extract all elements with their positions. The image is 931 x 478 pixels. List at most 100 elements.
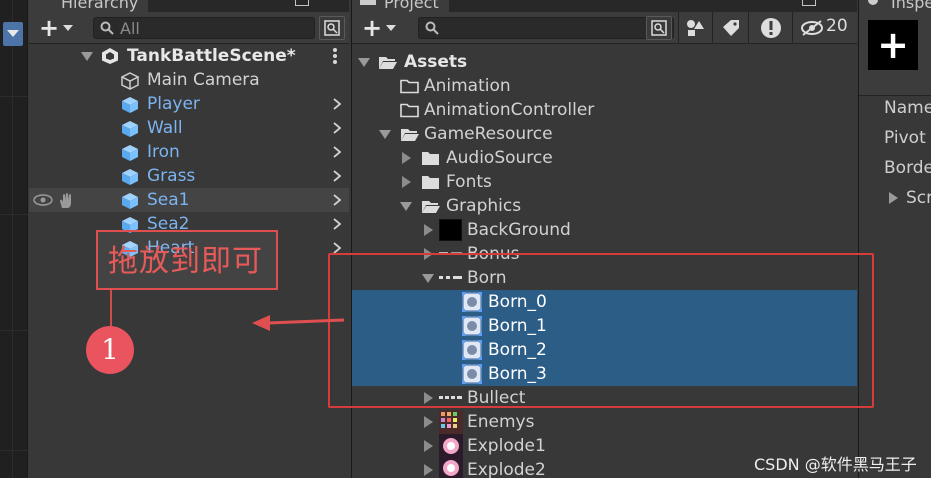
project-tree-label: Graphics (446, 196, 522, 216)
hierarchy-toolbar: + (29, 12, 349, 44)
filter-by-label-icon[interactable] (722, 19, 740, 37)
hierarchy-item-label: Wall (147, 118, 183, 138)
expand-arrow-icon[interactable] (358, 58, 370, 67)
folder-icon (422, 152, 439, 165)
inspector-field-label: Pivot (884, 128, 926, 148)
expand-arrow-icon[interactable] (424, 464, 433, 476)
create-asset-button[interactable]: + (360, 16, 400, 40)
toolbar-separator (712, 12, 713, 44)
annotation-text: 拖放到即可 (108, 244, 263, 279)
hierarchy-tabbar: Hierarchy (29, 0, 349, 12)
chevron-right-icon[interactable] (333, 122, 341, 134)
hierarchy-search[interactable] (93, 17, 315, 39)
project-tree-item[interactable]: AudioSource (352, 146, 857, 170)
inspector-tabbar: Inspector (859, 0, 931, 12)
expand-arrow-icon[interactable] (402, 152, 411, 164)
annotation-connector (110, 290, 112, 326)
project-tabbar: Project (352, 0, 857, 12)
visibility-eye-icon[interactable] (33, 194, 53, 206)
chevron-down-icon (386, 25, 396, 31)
hierarchy-item[interactable]: Sea1 (29, 188, 349, 212)
project-tree-item[interactable]: Enemys (352, 410, 857, 434)
prefab-cube-icon (122, 145, 138, 161)
maximize-icon[interactable] (295, 0, 309, 6)
hierarchy-item[interactable]: Main Camera (29, 68, 349, 92)
tab-hierarchy[interactable]: Hierarchy (29, 0, 149, 12)
chevron-right-icon[interactable] (333, 218, 341, 230)
expand-arrow-icon[interactable] (81, 52, 93, 61)
scene-menu-icon[interactable] (333, 48, 337, 66)
project-tree-item[interactable]: BackGround (352, 218, 857, 242)
sprite-sheet-icon (439, 434, 463, 458)
info-icon (868, 0, 878, 5)
hierarchy-search-input[interactable] (120, 19, 296, 37)
chevron-right-icon[interactable] (333, 170, 341, 182)
hierarchy-item-label: Grass (147, 166, 196, 186)
inspector-field-label: Scr (906, 188, 931, 208)
project-tree-item[interactable]: Assets (352, 50, 857, 74)
grid-line (0, 450, 28, 451)
project-tree-label: BackGround (467, 220, 571, 240)
expand-arrow-icon[interactable] (424, 416, 433, 428)
expand-arrow-icon[interactable] (424, 224, 433, 236)
folder-empty-icon (400, 79, 419, 94)
hierarchy-item[interactable]: Wall (29, 116, 349, 140)
scene-dropdown-button[interactable] (3, 22, 23, 46)
scene-row[interactable]: TankBattleScene* (29, 44, 349, 68)
folder-open-icon (422, 201, 440, 213)
hierarchy-item[interactable]: Grass (29, 164, 349, 188)
scene-visibility-button[interactable] (319, 16, 345, 40)
inspector-header: + (859, 12, 931, 96)
project-tree-item[interactable]: Graphics (352, 194, 857, 218)
hierarchy-item[interactable]: Iron (29, 140, 349, 164)
plus-icon: + (877, 23, 909, 67)
expand-arrow-icon[interactable] (400, 202, 412, 211)
expand-arrow-icon[interactable] (379, 130, 391, 139)
tab-inspector[interactable]: Inspector (859, 0, 931, 12)
expand-arrow-icon[interactable] (402, 176, 411, 188)
project-tree-item[interactable]: GameResource (352, 122, 857, 146)
maximize-icon[interactable] (802, 0, 816, 6)
prefab-cube-icon (122, 169, 138, 185)
project-search[interactable] (418, 17, 674, 39)
project-tree-item[interactable]: Fonts (352, 170, 857, 194)
tab-project-label: Project (384, 0, 439, 12)
plus-icon: + (39, 14, 60, 42)
toolbar-separator (678, 12, 679, 44)
tab-project[interactable]: Project (352, 0, 449, 12)
hierarchy-item-label: Player (147, 94, 200, 114)
expand-arrow-icon[interactable] (424, 440, 433, 452)
plus-icon: + (362, 14, 383, 42)
project-tree-item[interactable]: AnimationController (352, 98, 857, 122)
expand-arrow-icon[interactable] (889, 192, 898, 204)
sprite-preview-thumbnail: + (868, 20, 918, 70)
sprite-thumbnail-icon (439, 219, 462, 241)
hierarchy-item[interactable]: Player (29, 92, 349, 116)
project-search-input[interactable] (445, 19, 649, 37)
chevron-right-icon[interactable] (333, 146, 341, 158)
project-tree-label: Enemys (467, 412, 535, 432)
filter-by-type-icon[interactable] (685, 19, 705, 37)
selection-highlight-box (328, 253, 874, 408)
project-tree-label: Explode1 (467, 436, 546, 456)
project-toolbar: + 20 (352, 12, 857, 44)
project-tree-item[interactable]: Animation (352, 74, 857, 98)
grid-line (12, 0, 13, 478)
hidden-packages-eye-icon[interactable] (800, 20, 824, 36)
project-tree-label: AudioSource (446, 148, 553, 168)
scene-view-edge (0, 0, 28, 478)
pickable-hand-icon[interactable] (57, 192, 75, 210)
create-button[interactable]: + (37, 16, 77, 40)
toolbar-separator (792, 12, 793, 44)
grid-line (0, 330, 28, 331)
folder-icon (422, 176, 439, 189)
project-tree-label: Assets (404, 52, 468, 72)
folder-empty-icon (400, 103, 419, 118)
search-in-scene-button[interactable] (646, 16, 672, 40)
chevron-right-icon[interactable] (333, 98, 341, 110)
hidden-packages-count: 20 (826, 16, 848, 36)
search-scene-icon (651, 20, 667, 36)
console-warning-icon[interactable] (760, 17, 782, 39)
chevron-right-icon[interactable] (333, 194, 341, 206)
hierarchy-item-label: Main Camera (147, 70, 260, 90)
